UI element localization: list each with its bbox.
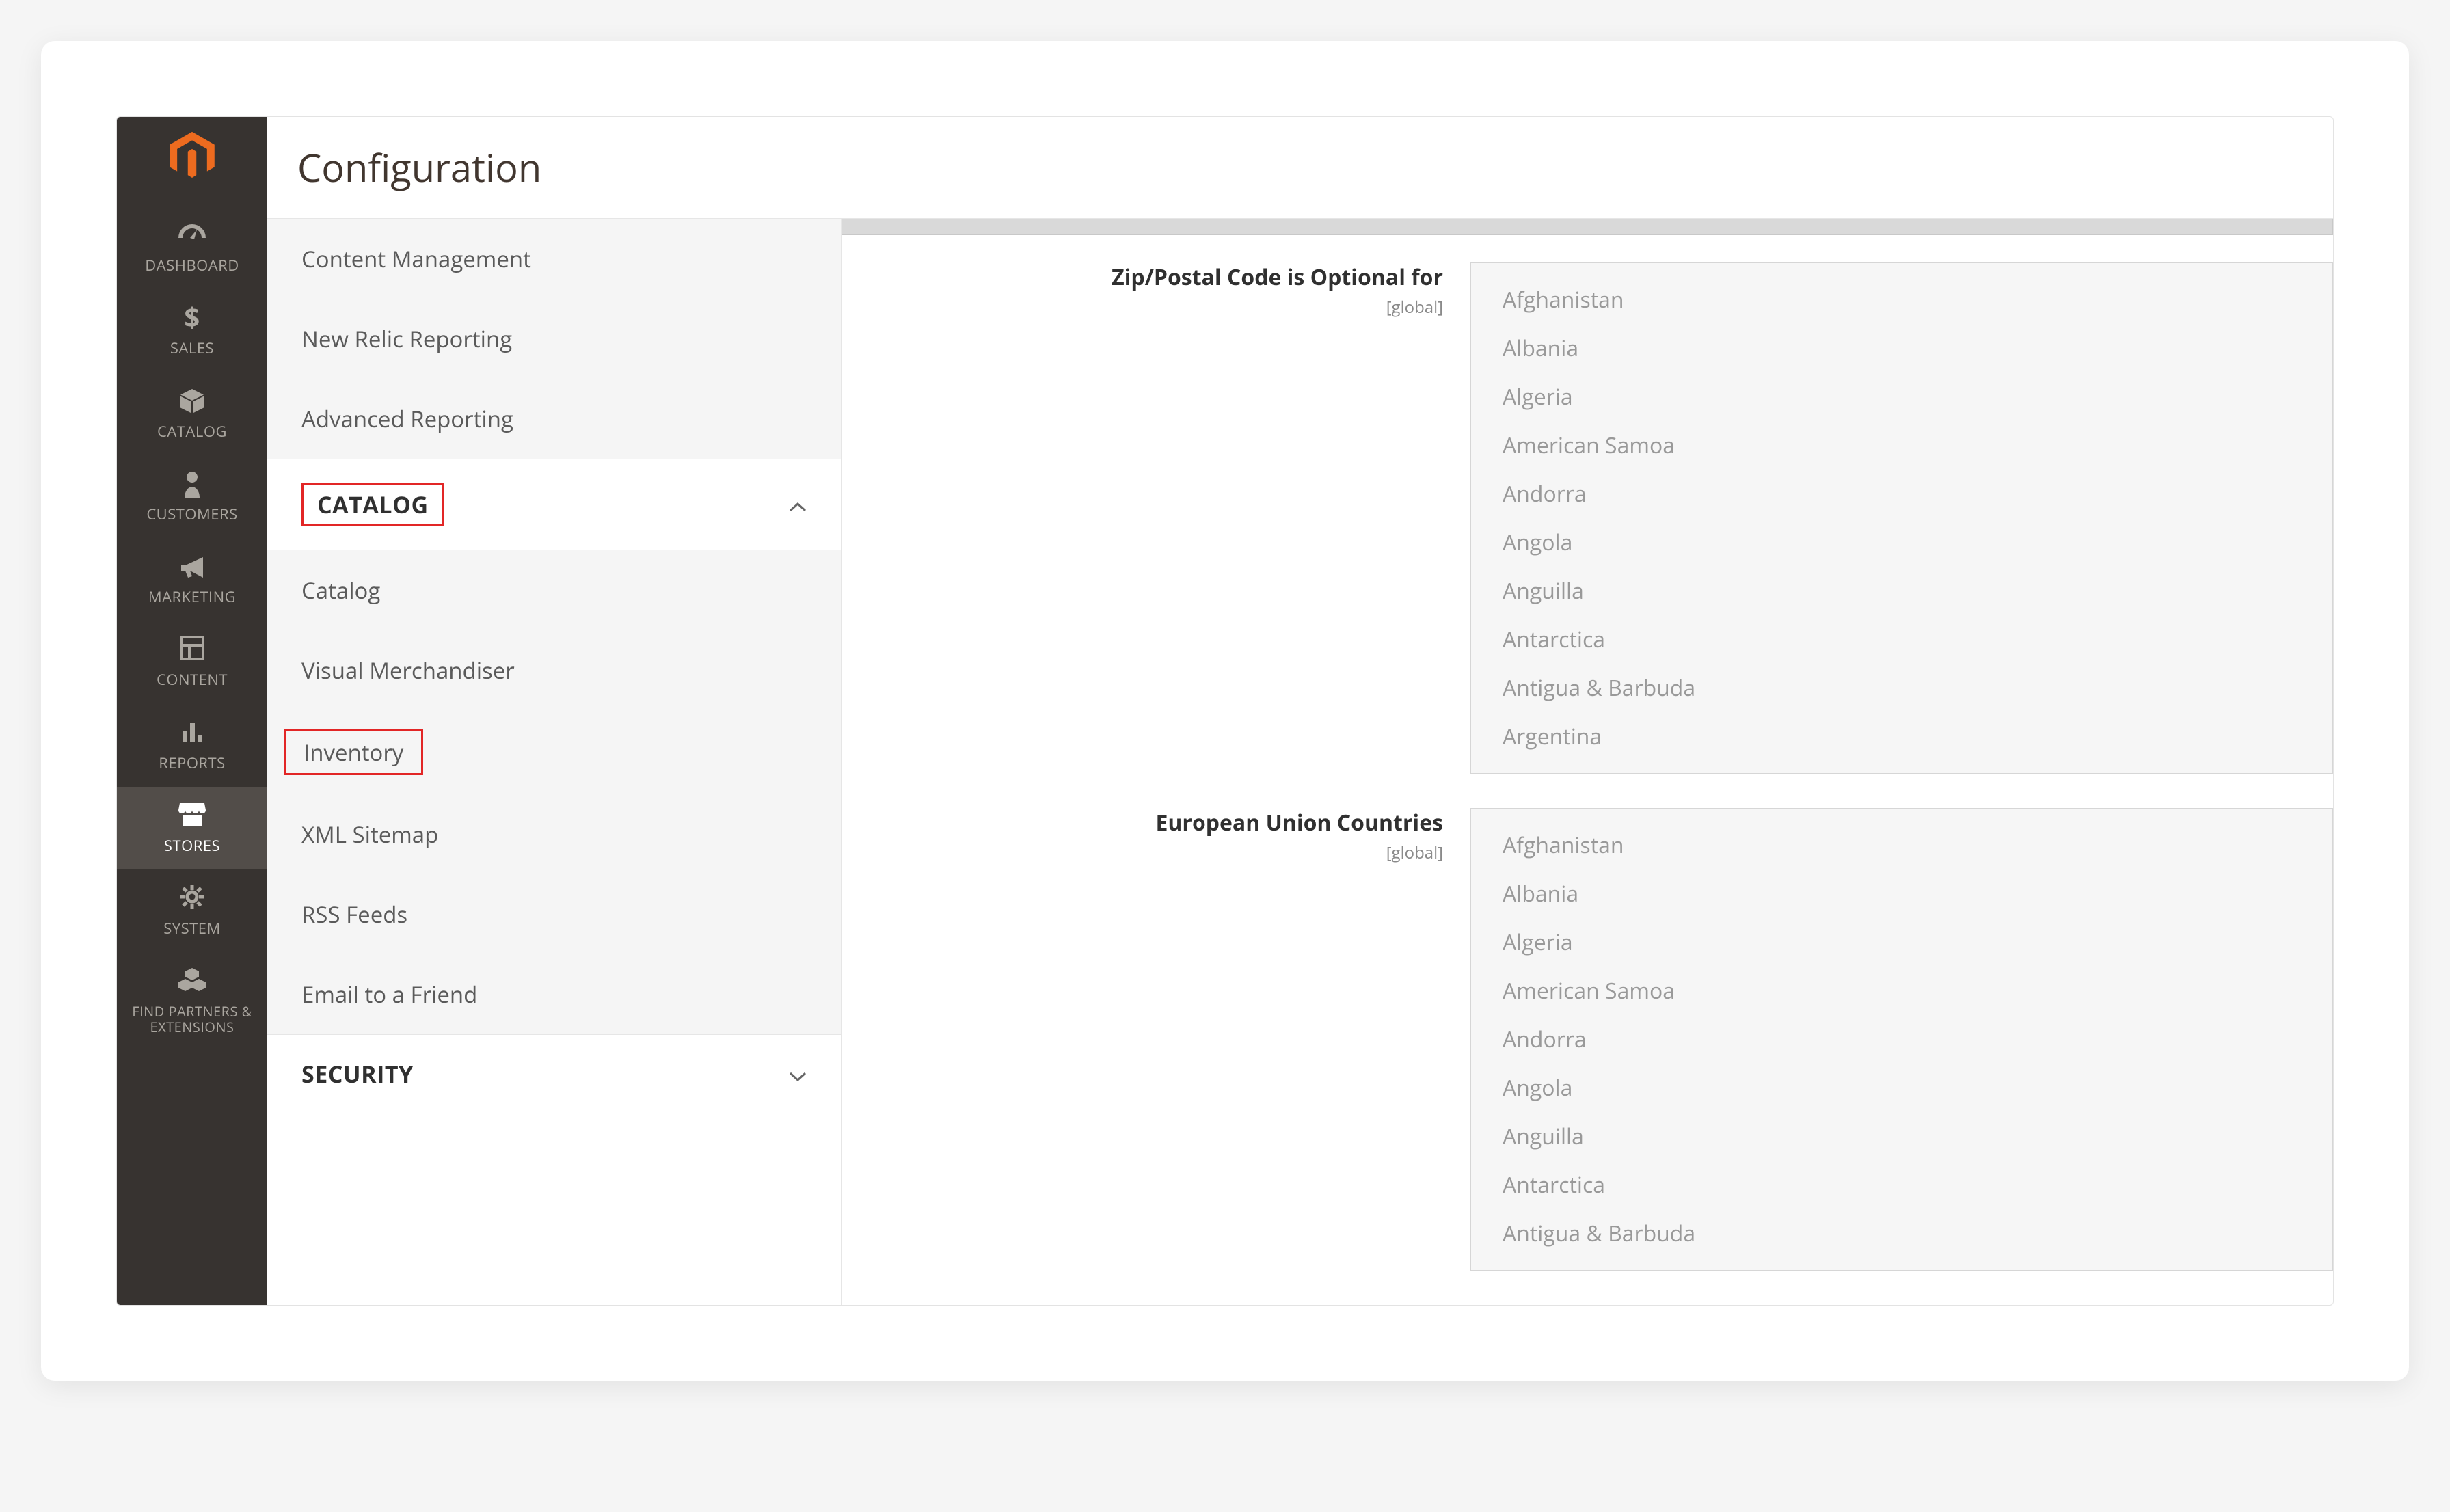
nav-label: REPORTS xyxy=(117,755,267,772)
nav-label: SYSTEM xyxy=(117,920,267,937)
multiselect-option[interactable]: Algeria xyxy=(1471,918,2332,967)
svg-text:$: $ xyxy=(184,303,200,333)
multiselect-eu-countries[interactable]: AfghanistanAlbaniaAlgeriaAmerican SamoaA… xyxy=(1470,808,2333,1271)
config-pre-items: Content Management New Relic Reporting A… xyxy=(267,219,841,459)
multiselect-option[interactable]: Anguilla xyxy=(1471,1112,2332,1161)
gear-icon xyxy=(117,883,267,913)
field-zip-optional: Zip/Postal Code is Optional for [global]… xyxy=(842,262,2333,774)
config-item-xml-sitemap[interactable]: XML Sitemap xyxy=(267,794,841,874)
nav-label: CUSTOMERS xyxy=(117,506,267,523)
nav-label: STORES xyxy=(117,837,267,854)
config-item-catalog[interactable]: Catalog xyxy=(267,550,841,630)
nav-sales[interactable]: $ SALES xyxy=(117,289,267,372)
multiselect-option[interactable]: Argentina xyxy=(1471,712,2332,761)
multiselect-option[interactable]: Albania xyxy=(1471,324,2332,373)
nav-label: CONTENT xyxy=(117,671,267,688)
dashboard-icon xyxy=(117,220,267,250)
config-item-email-friend[interactable]: Email to a Friend xyxy=(267,954,841,1034)
config-item-advanced-reporting[interactable]: Advanced Reporting xyxy=(267,379,841,459)
multiselect-option[interactable]: Andorra xyxy=(1471,470,2332,518)
section-title: SECURITY xyxy=(301,1058,414,1090)
multiselect-zip-optional[interactable]: AfghanistanAlbaniaAlgeriaAmerican SamoaA… xyxy=(1470,262,2333,774)
magento-logo[interactable] xyxy=(165,129,219,186)
nav-content[interactable]: CONTENT xyxy=(117,621,267,703)
config-sidebar: Content Management New Relic Reporting A… xyxy=(267,219,842,1305)
multiselect-option[interactable]: American Samoa xyxy=(1471,421,2332,470)
nav-reports[interactable]: REPORTS xyxy=(117,704,267,787)
nav-catalog[interactable]: CATALOG xyxy=(117,373,267,455)
config-item-rss-feeds[interactable]: RSS Feeds xyxy=(267,874,841,954)
multiselect-option[interactable]: Andorra xyxy=(1471,1015,2332,1064)
nav-label: SALES xyxy=(117,340,267,357)
app-frame: DASHBOARD $ SALES CATALOG CUSTOMERS MARK… xyxy=(41,41,2409,1381)
field-label-col: European Union Countries [global] xyxy=(842,808,1470,864)
bars-icon xyxy=(117,718,267,748)
multiselect-option[interactable]: American Samoa xyxy=(1471,967,2332,1015)
form-area: Zip/Postal Code is Optional for [global]… xyxy=(842,219,2333,1305)
field-label-col: Zip/Postal Code is Optional for [global] xyxy=(842,262,1470,319)
field-label: Zip/Postal Code is Optional for xyxy=(1112,262,1443,292)
nav-label: FIND PARTNERS & EXTENSIONS xyxy=(117,1003,267,1035)
multiselect-option[interactable]: Afghanistan xyxy=(1471,821,2332,869)
field-label: European Union Countries xyxy=(1155,808,1443,837)
blocks-icon xyxy=(117,967,267,997)
content-body: Content Management New Relic Reporting A… xyxy=(267,219,2333,1305)
config-item-label: Inventory xyxy=(284,729,423,775)
multiselect-partial[interactable] xyxy=(842,219,2333,235)
field-eu-countries: European Union Countries [global] Afghan… xyxy=(842,808,2333,1271)
megaphone-icon xyxy=(117,552,267,582)
page-title: Configuration xyxy=(297,141,2303,193)
multiselect-option[interactable]: Antigua & Barbuda xyxy=(1471,1209,2332,1258)
nav-find-partners[interactable]: FIND PARTNERS & EXTENSIONS xyxy=(117,953,267,1050)
config-item-content-management[interactable]: Content Management xyxy=(267,219,841,299)
nav-label: MARKETING xyxy=(117,589,267,606)
page-header: Configuration xyxy=(267,117,2333,219)
multiselect-option[interactable]: Antigua & Barbuda xyxy=(1471,664,2332,712)
nav-marketing[interactable]: MARKETING xyxy=(117,538,267,621)
chevron-up-icon xyxy=(789,491,807,519)
nav-label: DASHBOARD xyxy=(117,257,267,274)
config-catalog-items: Catalog Visual Merchandiser Inventory XM… xyxy=(267,550,841,1035)
config-item-inventory[interactable]: Inventory xyxy=(267,710,841,794)
app-window: DASHBOARD $ SALES CATALOG CUSTOMERS MARK… xyxy=(116,116,2334,1306)
person-icon xyxy=(117,469,267,499)
nav-label: CATALOG xyxy=(117,423,267,440)
box-icon xyxy=(117,386,267,416)
dollar-icon: $ xyxy=(117,303,267,333)
layout-icon xyxy=(117,634,267,664)
nav-system[interactable]: SYSTEM xyxy=(117,869,267,952)
multiselect-option[interactable]: Anguilla xyxy=(1471,567,2332,615)
section-title: CATALOG xyxy=(317,489,429,520)
multiselect-option[interactable]: Algeria xyxy=(1471,373,2332,421)
chevron-down-icon xyxy=(789,1060,807,1088)
admin-sidebar: DASHBOARD $ SALES CATALOG CUSTOMERS MARK… xyxy=(117,117,267,1305)
nav-customers[interactable]: CUSTOMERS xyxy=(117,455,267,538)
content-column: Configuration Content Management New Rel… xyxy=(267,117,2333,1305)
multiselect-option[interactable]: Antarctica xyxy=(1471,615,2332,664)
multiselect-option[interactable]: Afghanistan xyxy=(1471,275,2332,324)
nav-stores[interactable]: STORES xyxy=(117,787,267,869)
config-section-catalog[interactable]: CATALOG xyxy=(267,459,841,550)
field-scope: [global] xyxy=(842,841,1443,864)
config-section-security[interactable]: SECURITY xyxy=(267,1035,841,1113)
multiselect-option[interactable]: Angola xyxy=(1471,518,2332,567)
config-item-visual-merchandiser[interactable]: Visual Merchandiser xyxy=(267,630,841,710)
field-scope: [global] xyxy=(842,296,1443,319)
multiselect-option[interactable]: Antarctica xyxy=(1471,1161,2332,1209)
config-item-new-relic[interactable]: New Relic Reporting xyxy=(267,299,841,379)
store-icon xyxy=(117,800,267,831)
nav-dashboard[interactable]: DASHBOARD xyxy=(117,206,267,289)
multiselect-option[interactable]: Angola xyxy=(1471,1064,2332,1112)
multiselect-option[interactable]: Albania xyxy=(1471,869,2332,918)
